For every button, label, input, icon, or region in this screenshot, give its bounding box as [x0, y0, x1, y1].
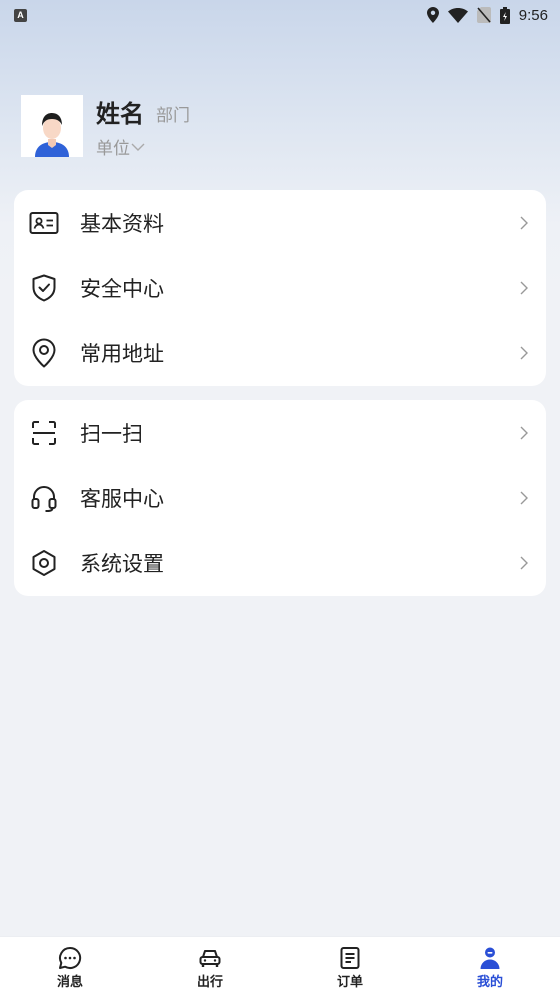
user-name: 姓名 — [96, 100, 144, 128]
menu-item-label: 客服中心 — [80, 486, 164, 511]
message-bubble-icon — [59, 946, 82, 969]
person-icon — [480, 947, 500, 969]
chevron-right-icon — [516, 345, 532, 361]
document-list-icon — [340, 947, 360, 969]
car-icon — [199, 950, 221, 967]
chevron-right-icon — [516, 280, 532, 296]
wifi-icon — [447, 7, 468, 23]
tab-label: 我的 — [476, 975, 503, 990]
menu-item-common-address[interactable]: 常用地址 — [14, 321, 546, 386]
status-time: 9:56 — [518, 6, 548, 24]
tab-label: 消息 — [56, 975, 83, 990]
location-icon — [426, 7, 439, 23]
chevron-right-icon — [516, 490, 532, 506]
tab-mine[interactable]: 我的 — [420, 937, 560, 995]
menu-item-system-settings[interactable]: 系统设置 — [14, 531, 546, 596]
app-notification-icon: A — [14, 8, 27, 22]
scan-icon — [29, 418, 59, 448]
menu-item-label: 扫一扫 — [80, 421, 143, 446]
id-card-icon — [29, 208, 59, 238]
hexagon-settings-icon — [29, 548, 59, 578]
shield-check-icon — [29, 273, 59, 303]
menu-item-label: 常用地址 — [80, 342, 164, 367]
menu-item-label: 安全中心 — [80, 276, 164, 301]
tab-travel[interactable]: 出行 — [140, 937, 280, 995]
headset-icon — [29, 483, 59, 513]
no-sim-icon — [476, 7, 491, 23]
tab-label: 订单 — [336, 975, 363, 990]
user-department: 部门 — [156, 106, 190, 126]
profile-header[interactable]: 姓名 部门 单位 — [21, 95, 190, 159]
menu-card-account: 基本资料 安全中心 常用地址 — [14, 190, 546, 386]
chevron-right-icon — [516, 425, 532, 441]
menu-item-label: 基本资料 — [80, 211, 164, 236]
location-pin-icon — [29, 338, 59, 368]
tab-messages[interactable]: 消息 — [0, 937, 140, 995]
menu-item-customer-service[interactable]: 客服中心 — [14, 465, 546, 530]
tab-label: 出行 — [196, 975, 223, 990]
menu-item-label: 系统设置 — [80, 552, 164, 577]
menu-card-tools: 扫一扫 客服中心 系统设置 — [14, 400, 546, 596]
chevron-right-icon — [516, 215, 532, 231]
battery-icon — [499, 6, 510, 24]
menu-item-basic-info[interactable]: 基本资料 — [14, 190, 546, 255]
menu-item-security-center[interactable]: 安全中心 — [14, 255, 546, 320]
menu-item-scan[interactable]: 扫一扫 — [14, 400, 546, 465]
chevron-down-icon — [131, 143, 145, 151]
status-bar: A 9:56 — [0, 0, 560, 30]
chevron-right-icon — [516, 555, 532, 571]
bottom-tab-bar: 消息 出行 订单 我的 — [0, 936, 560, 995]
avatar[interactable] — [21, 95, 83, 157]
user-unit: 单位 — [96, 139, 130, 159]
tab-orders[interactable]: 订单 — [280, 937, 420, 995]
unit-selector[interactable]: 单位 — [96, 134, 190, 159]
